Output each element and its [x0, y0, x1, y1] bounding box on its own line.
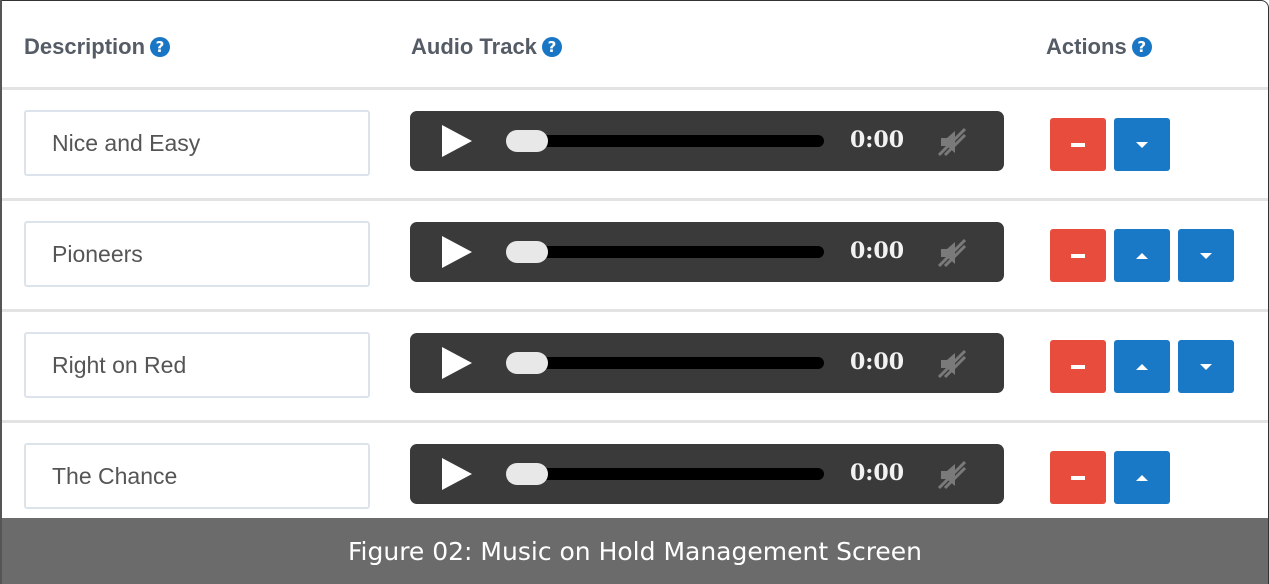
table-row: 0:00 [2, 90, 1268, 201]
move-up-button[interactable] [1114, 229, 1170, 282]
seek-track[interactable] [508, 468, 824, 480]
seek-handle[interactable] [506, 241, 548, 263]
time-display: 0:00 [850, 238, 905, 264]
seek-track[interactable] [508, 357, 824, 369]
audio-player: 0:00 [410, 444, 1004, 504]
audio-track-help-icon[interactable]: ? [541, 37, 562, 57]
audio-player: 0:00 [410, 333, 1004, 393]
minus-icon [1071, 364, 1085, 369]
minus-icon [1071, 253, 1085, 258]
minus-icon [1071, 475, 1085, 480]
description-input[interactable] [24, 110, 370, 176]
seek-handle[interactable] [506, 130, 548, 152]
volume-mute-icon[interactable] [935, 347, 969, 381]
time-display: 0:00 [850, 349, 905, 375]
description-help-icon[interactable]: ? [150, 37, 171, 57]
table-row: 0:00 [2, 423, 1268, 531]
table-row: 0:00 [2, 312, 1268, 423]
play-icon[interactable] [442, 458, 472, 490]
header-audio-track-label: Audio Track [411, 34, 537, 59]
audio-player: 0:00 [410, 111, 1004, 171]
header-audio-track: Audio Track ? [411, 34, 562, 60]
move-down-button[interactable] [1178, 229, 1234, 282]
table-header: Description ? Audio Track ? Actions ? [2, 1, 1268, 90]
remove-button[interactable] [1050, 118, 1106, 171]
volume-mute-icon[interactable] [935, 236, 969, 270]
caret-down-icon [1200, 363, 1212, 370]
remove-button[interactable] [1050, 451, 1106, 504]
table-row: 0:00 [2, 201, 1268, 312]
seek-handle[interactable] [506, 352, 548, 374]
audio-player: 0:00 [410, 222, 1004, 282]
description-input[interactable] [24, 332, 370, 398]
figure-caption: Figure 02: Music on Hold Management Scre… [2, 518, 1268, 584]
time-display: 0:00 [850, 460, 905, 486]
caret-down-icon [1136, 141, 1148, 148]
header-description: Description ? [24, 34, 171, 60]
minus-icon [1071, 142, 1085, 147]
move-up-button[interactable] [1114, 340, 1170, 393]
caret-up-icon [1136, 474, 1148, 481]
description-input[interactable] [24, 443, 370, 509]
play-icon[interactable] [442, 347, 472, 379]
seek-track[interactable] [508, 246, 824, 258]
caret-down-icon [1200, 252, 1212, 259]
seek-handle[interactable] [506, 463, 548, 485]
volume-mute-icon[interactable] [935, 458, 969, 492]
volume-mute-icon[interactable] [935, 125, 969, 159]
remove-button[interactable] [1050, 229, 1106, 282]
description-input[interactable] [24, 221, 370, 287]
move-down-button[interactable] [1178, 340, 1234, 393]
remove-button[interactable] [1050, 340, 1106, 393]
play-icon[interactable] [442, 236, 472, 268]
move-up-button[interactable] [1114, 451, 1170, 504]
header-actions: Actions ? [1046, 34, 1152, 60]
header-description-label: Description [24, 34, 146, 59]
time-display: 0:00 [850, 127, 905, 153]
caret-up-icon [1136, 252, 1148, 259]
header-actions-label: Actions [1046, 34, 1127, 59]
music-on-hold-panel: Description ? Audio Track ? Actions ? 0:… [0, 0, 1269, 584]
move-down-button[interactable] [1114, 118, 1170, 171]
play-icon[interactable] [442, 125, 472, 157]
caret-up-icon [1136, 363, 1148, 370]
seek-track[interactable] [508, 135, 824, 147]
actions-help-icon[interactable]: ? [1131, 37, 1152, 57]
